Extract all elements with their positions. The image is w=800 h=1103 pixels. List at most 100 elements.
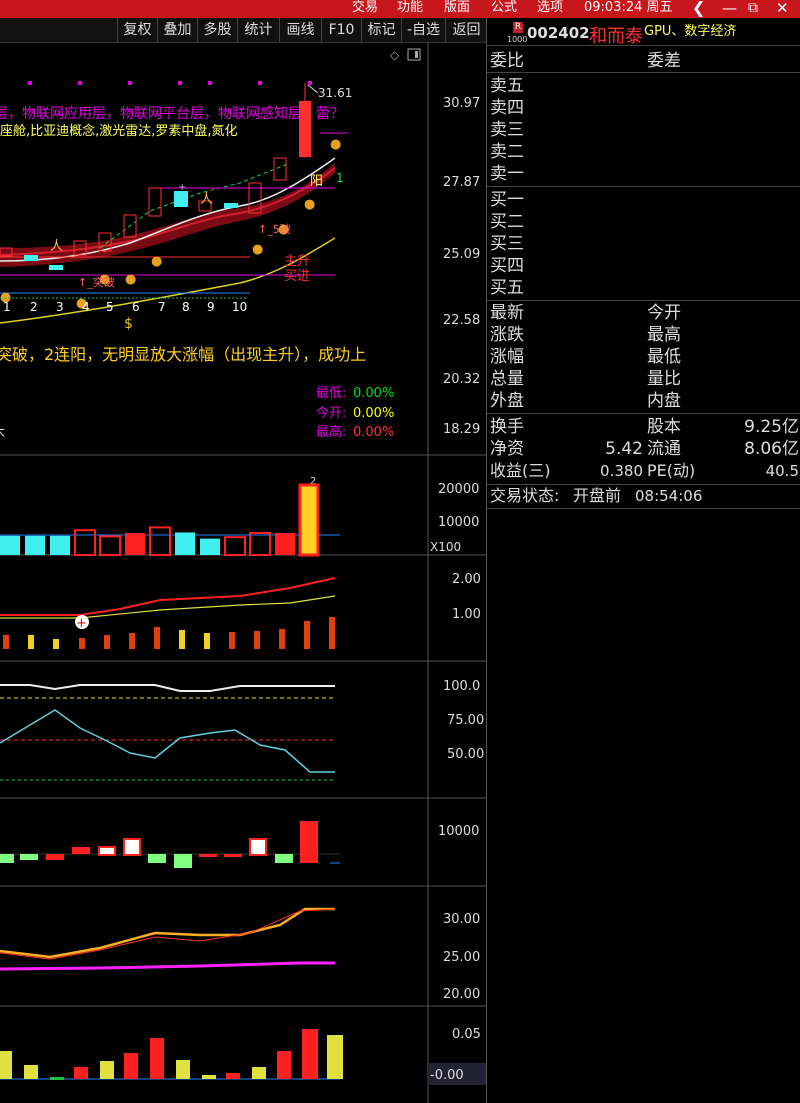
back-arrow-icon[interactable]: ❮ <box>692 0 705 16</box>
diamond-icon[interactable]: ◇ <box>390 48 400 62</box>
watchlist-button[interactable]: -自选 <box>401 18 445 42</box>
volume-unit: X100 <box>430 540 461 554</box>
menu-layout[interactable]: 版面 <box>444 0 470 16</box>
panel5-tick: 20.00 <box>443 987 480 1002</box>
menu-function[interactable]: 功能 <box>397 0 423 16</box>
day-number: 7 <box>158 300 166 314</box>
panel5-tick: 30.00 <box>443 912 480 927</box>
panel-toggle-icon[interactable] <box>407 48 421 61</box>
open-label: 今开 <box>647 303 681 323</box>
overlay-button[interactable]: 叠加 <box>157 18 197 42</box>
quote-panel: R 1000 002402 和而泰 GPU、数字经济 委比 委差 卖五 卖四 卖… <box>486 18 800 1103</box>
volume-bar <box>50 535 70 555</box>
f10-button[interactable]: F10 <box>321 18 361 42</box>
badge-r: R <box>513 22 523 33</box>
price-tick: 27.87 <box>443 175 480 190</box>
sell1-label: 卖一 <box>490 164 524 184</box>
panel3-tick: 50.00 <box>447 747 484 762</box>
volume-tick: 10000 <box>438 515 479 530</box>
menu-trade[interactable]: 交易 <box>352 0 378 16</box>
panel2-tick: 1.00 <box>452 607 481 622</box>
high-price-label: 31.61 <box>318 86 352 100</box>
buy3-label: 买三 <box>490 234 524 254</box>
svg-text:●: ● <box>304 197 315 212</box>
volume-bar <box>249 532 271 556</box>
volume-bar <box>99 535 121 556</box>
day-number: 4 <box>82 300 90 314</box>
close-icon[interactable]: ✕ <box>776 0 789 16</box>
day-number: 8 <box>182 300 190 314</box>
draw-line-button[interactable]: 画线 <box>279 18 321 42</box>
pe-value: 40.5 <box>765 462 799 480</box>
menu-options[interactable]: 选项 <box>537 0 563 16</box>
clock-text: 09:03:24 周五 <box>584 0 673 15</box>
stock-code: 002402 <box>527 24 590 42</box>
svg-text:+: + <box>76 616 87 631</box>
svg-text:$: $ <box>124 316 133 332</box>
multi-stock-button[interactable]: 多股 <box>197 18 237 42</box>
volume-bar <box>224 536 246 557</box>
volume-bar <box>0 535 20 555</box>
trade-status-value: 开盘前 <box>573 486 622 505</box>
stat-low-label: 最低: <box>316 386 346 401</box>
inner-label: 内盘 <box>647 391 681 411</box>
sell3-label: 卖三 <box>490 120 524 140</box>
restore-icon[interactable]: ⧉ <box>748 0 758 16</box>
svg-text:●: ● <box>151 254 162 269</box>
svg-text:人: 人 <box>200 192 213 207</box>
change-label: 涨跌 <box>490 325 524 345</box>
buy4-label: 买四 <box>490 256 524 276</box>
volume-label: 总量 <box>490 369 524 389</box>
stock-tags: GPU、数字经济 <box>644 24 737 39</box>
share-capital-label: 股本 <box>647 417 681 437</box>
buy2-label: 买二 <box>490 212 524 232</box>
buy1-label: 买一 <box>490 190 524 210</box>
eps-label: 收益(三) <box>490 461 551 480</box>
panel6-tick: 0.05 <box>452 1027 481 1042</box>
volume-bar <box>74 529 96 557</box>
change-pct-label: 涨幅 <box>490 347 524 367</box>
day-number: 10 <box>232 300 247 314</box>
stat-open-label: 今开: <box>316 405 346 421</box>
chart-area[interactable]: ◇ 30.97 27.87 25.09 22.58 20.32 18.29 31… <box>0 43 486 1103</box>
panel3-tick: 75.00 <box>447 713 484 728</box>
svg-text:●: ● <box>330 137 341 152</box>
fuquan-button[interactable]: 复权 <box>117 18 157 42</box>
float-value: 8.06亿 <box>744 439 799 459</box>
volume-bar <box>275 533 295 555</box>
low-label: 最低 <box>647 347 681 367</box>
stat-open-value: 0.00% <box>353 406 394 421</box>
top-menu-bar: 交易 功能 版面 公式 选项 09:03:24 周五 ❮ — ⧉ ✕ <box>0 0 800 18</box>
sell5-label: 卖五 <box>490 76 524 96</box>
price-tick: 18.29 <box>443 422 480 437</box>
volume-bar <box>149 526 171 556</box>
sell4-label: 卖四 <box>490 98 524 118</box>
price-tick: 20.32 <box>443 372 480 387</box>
return-button[interactable]: 返回 <box>445 18 487 42</box>
chart-toolbar: 复权 叠加 多股 统计 画线 F10 标记 -自选 返回 <box>0 18 486 43</box>
stat-low-value: 0.00% <box>353 386 394 401</box>
panel6-tick: -0.00 <box>430 1068 464 1083</box>
trade-status-label: 交易状态: <box>490 486 560 505</box>
panel3-tick: 100.0 <box>443 679 480 694</box>
menu-formula[interactable]: 公式 <box>491 0 517 16</box>
buy5-label: 买五 <box>490 278 524 298</box>
panel4-tick: 10000 <box>438 824 479 839</box>
badge-num: 1000 <box>507 35 528 44</box>
concept-text-2: 座舱,比亚迪概念,激光雷达,罗素中盘,氮化 <box>0 123 238 139</box>
volume-bar <box>25 535 45 555</box>
one-label: 1 <box>336 171 344 185</box>
mark-button[interactable]: 标记 <box>361 18 401 42</box>
weicha-label: 委差 <box>647 51 681 71</box>
latest-label: 最新 <box>490 303 524 323</box>
yang-label: 阳 <box>310 174 323 189</box>
day-number: 6 <box>132 300 140 314</box>
statistics-button[interactable]: 统计 <box>237 18 279 42</box>
panel2-tick: 2.00 <box>452 572 481 587</box>
stat-high-value: 0.00% <box>353 425 394 440</box>
day-number: 1 <box>3 300 11 314</box>
trade-status-time: 08:54:06 <box>635 487 703 505</box>
net-asset-label: 净资 <box>490 439 524 459</box>
minimize-icon[interactable]: — <box>722 0 737 16</box>
volume-bar <box>200 538 220 555</box>
